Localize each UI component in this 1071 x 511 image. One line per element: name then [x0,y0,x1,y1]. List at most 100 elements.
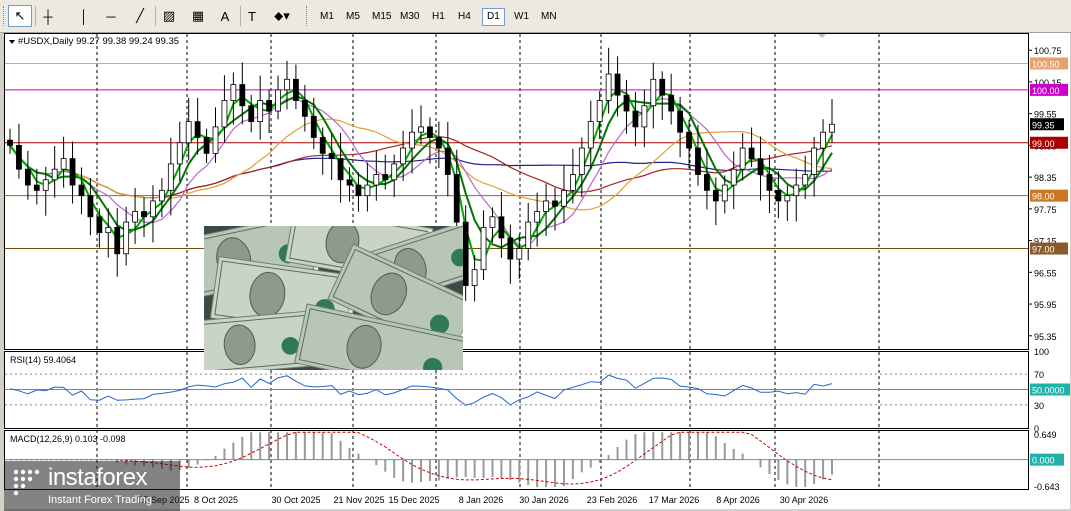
chart-canvas[interactable]: 100.75100.1599.5598.9598.3597.7597.1596.… [4,33,1070,509]
text-label-tool-button[interactable]: T [240,5,264,27]
timeframe-m5-button[interactable]: M5 [342,8,364,26]
candlestick [543,183,549,237]
candle-body [176,142,183,165]
candle-body [221,100,228,128]
main-panel-frame [4,33,1029,350]
rsi-tick-label: 70 [1034,370,1044,380]
candlestick [51,146,58,198]
cursor-tool-button[interactable]: ↖ [8,5,32,27]
candle-body [471,269,478,286]
text-tool-button[interactable]: A [213,5,237,27]
candle-body [730,168,737,186]
candlestick [221,75,228,143]
candlestick [364,162,371,212]
candle-body [248,105,255,123]
candlestick [704,148,710,210]
x-tick-label: 23 Feb 2026 [587,495,638,505]
candlestick [409,109,415,174]
candle-body [766,174,773,191]
candle-body [677,110,684,133]
candle-body [668,94,675,112]
fibonacci-tool-button[interactable]: ▦ [186,5,210,27]
x-tick-label: 30 Jan 2026 [519,495,569,505]
candle-body [498,216,505,239]
candlestick [167,137,174,216]
candlestick [373,150,380,201]
chart-shift-marker-icon[interactable] [818,34,826,38]
timeframe-w1-button[interactable]: W1 [510,8,533,26]
candle-body [748,147,755,160]
timeframe-mn-button[interactable]: MN [537,8,561,26]
toolbar-grip[interactable] [306,6,310,26]
equidistant-channel-icon: ▨ [162,8,176,23]
macd-tick-label: 0.649 [1034,430,1057,440]
candle-body [391,163,398,181]
candle-body [561,189,567,207]
rsi-tick-label: 100 [1034,347,1049,357]
candle-body [16,145,22,170]
y-tick-label: 95.95 [1034,300,1057,310]
symbol-menu-arrow-icon[interactable] [9,40,15,44]
trendline-icon: ╱ [136,8,144,23]
candlestick [632,92,639,147]
candle-body [203,137,210,154]
candle-body [534,211,541,223]
candle-body [328,152,335,160]
candle-body [364,184,371,197]
horizontal-line-tool-button[interactable]: ─ [99,5,123,27]
candle-body [453,174,460,223]
candle-body [185,121,192,144]
candle-body [757,158,764,175]
candle-body [614,73,621,96]
timeframe-h4-button[interactable]: H4 [454,8,475,26]
candle-body [158,189,165,202]
toolbar-grip[interactable] [3,6,7,26]
candlestick [435,121,442,169]
candle-body [373,174,380,186]
chart-toolbar: ↖ ┼ │ ─ ╱ ▨ ▦ A T ⬥▾ M1 M5 M15 M30 H1 H4 D1 W1 MN [0,0,1071,33]
timeframe-d1-button[interactable]: D1 [482,8,505,26]
y-tick-label: 99.55 [1034,110,1057,120]
candle-body [543,200,549,212]
candle-body [310,115,317,138]
candle-body [632,110,639,128]
x-tick-label: 15 Dec 2025 [388,495,439,505]
candle-body [829,123,835,133]
candle-body [596,100,603,123]
timeframe-h1-button[interactable]: H1 [428,8,449,26]
candlestick [69,141,76,204]
candle-body [480,226,487,271]
candlestick [60,136,67,188]
candle-body [802,174,809,186]
equidistant-channel-tool-button[interactable]: ▨ [157,5,181,27]
candle-body [686,131,692,149]
candle-body [7,139,13,146]
timeframe-m15-button[interactable]: M15 [368,8,395,26]
candle-body [775,189,782,202]
candlestick [516,234,523,279]
candlestick [203,128,210,164]
fibonacci-icon: ▦ [191,8,205,23]
instaforex-watermark: instaforex Instant Forex Trading [4,461,180,511]
candlestick [114,208,121,277]
trendline-tool-button[interactable]: ╱ [128,5,152,27]
candle-body [60,158,67,170]
candle-body [552,200,558,207]
candlestick [141,197,147,238]
candle-body [382,174,389,181]
text-label-icon: T [248,8,256,24]
candle-body [695,147,701,175]
timeframe-m1-button[interactable]: M1 [316,8,338,26]
candle-body [525,221,532,249]
candle-body [435,137,442,149]
crosshair-tool-button[interactable]: ┼ [36,5,60,27]
chart-symbol-label: #USDX,Daily 99.27 99.38 99.24 99.35 [18,36,179,47]
candle-body [257,100,264,123]
timeframe-m30-button[interactable]: M30 [396,8,423,26]
toolbar-separator [155,6,156,26]
level-price-label: 100.00 [1032,86,1060,96]
vertical-line-tool-button[interactable]: │ [72,5,96,27]
rsi-tick-label: 30 [1034,401,1044,411]
shapes-dropdown-tool-button[interactable]: ⬥▾ [270,5,294,27]
candle-body [444,147,451,175]
